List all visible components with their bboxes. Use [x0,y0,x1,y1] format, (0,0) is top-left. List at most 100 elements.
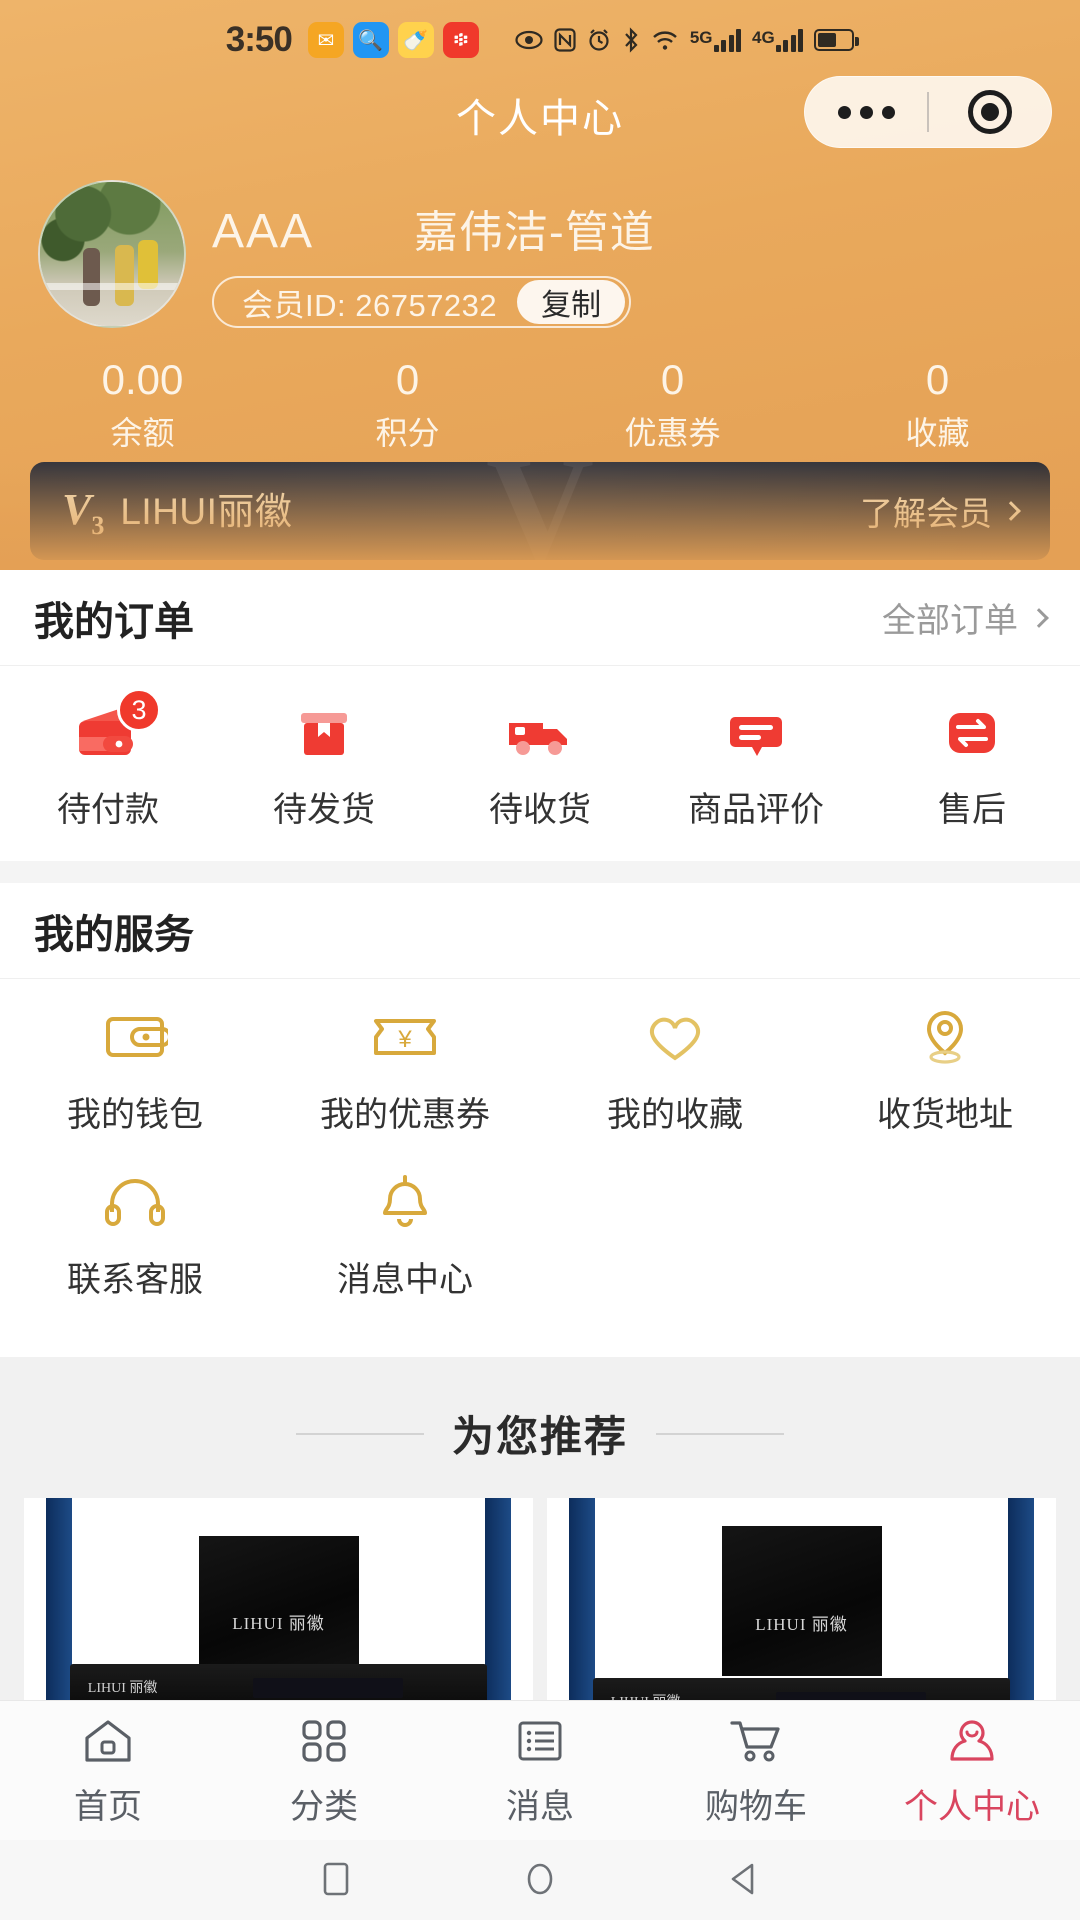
order-label: 售后 [938,791,1006,829]
order-item-pending-payment[interactable]: 3 待付款 [0,688,216,831]
exchange-icon [935,700,1009,766]
tab-label: 分类 [290,1788,358,1826]
divider-right [656,1432,784,1435]
box-icon [287,700,361,766]
tab-cart[interactable]: 购物车 [648,1713,864,1828]
user-name: AAA [212,205,315,258]
nfc-icon [554,28,576,52]
vip-link[interactable]: 了解会员 [860,487,1021,535]
vip-level-sub: 3 [91,510,105,540]
avatar[interactable] [38,180,186,328]
tab-home[interactable]: 首页 [0,1713,216,1828]
grid-icon [300,1713,348,1769]
service-label: 我的钱包 [67,1096,203,1134]
signal-bars-icon [775,28,804,52]
user-icon [947,1713,997,1769]
services-title: 我的服务 [34,912,194,957]
stat-value: 0 [925,356,950,403]
bell-icon [368,1170,442,1234]
stat-balance[interactable]: 0.00 余额 [10,356,275,454]
signal-4g: 4G [752,28,804,52]
product-panel-brand: LIHUI 丽徽 [87,1681,158,1696]
stat-coupons[interactable]: 0 优惠券 [540,356,805,454]
vip-link-label: 了解会员 [860,495,992,532]
name-row: AAA 嘉伟洁-管道 [212,196,655,260]
profile-header: 3:50 ✉ 🔍 🍼 ፨ 5G 4G 个人中心 AAA 嘉伟洁-管道 会员ID:… [0,0,1080,570]
vip-banner[interactable]: V V3 LIHUI丽徽 了解会员 [30,462,1050,560]
status-bar: 3:50 ✉ 🔍 🍼 ፨ 5G 4G [0,0,1080,72]
qr-icon: ፨ [442,22,479,58]
order-label: 商品评价 [688,791,824,829]
orders-header: 我的订单 全部订单 [0,570,1080,666]
tab-category[interactable]: 分类 [216,1713,432,1828]
section-divider [0,861,1080,883]
orders-grid: 3 待付款 待发货 待收货 商品评价 售后 [0,666,1080,861]
services-grid: 我的钱包 ¥ 我的优惠券 我的收藏 收货地址 联系客服 消息中心 [0,979,1080,1357]
service-item-favorites[interactable]: 我的收藏 [540,1005,810,1136]
divider-left [295,1432,424,1435]
target-icon[interactable] [929,90,1051,134]
tab-profile[interactable]: 个人中心 [864,1713,1080,1828]
stats-row: 0.00 余额 0 积分 0 优惠券 0 收藏 [0,356,1080,454]
status-time: 3:50 [225,20,293,59]
order-item-pending-shipment[interactable]: 待发货 [216,700,432,831]
cart-icon [729,1713,783,1769]
status-system-icons: 5G 4G [515,27,860,53]
stat-value: 0 [660,356,685,403]
bottom-tab-bar: 首页 分类 消息 购物车 个人中心 [0,1700,1080,1840]
headset-icon [98,1170,172,1234]
stat-value: 0.00 [101,356,184,403]
svg-text:¥: ¥ [397,1026,412,1053]
product-brand: LIHUI 丽徽 [232,1613,325,1633]
profile-info: AAA 嘉伟洁-管道 会员ID: 26757232 复制 [212,180,655,328]
wifi-icon [653,31,677,50]
all-orders-label: 全部订单 [882,602,1018,640]
service-label: 我的收藏 [607,1096,743,1134]
bluetooth-icon [625,27,638,53]
more-dots-icon[interactable] [805,105,927,119]
stat-label: 余额 [110,415,175,452]
order-label: 待付款 [57,791,159,829]
orders-title: 我的订单 [34,599,194,644]
list-icon [516,1713,564,1769]
heart-icon [638,1005,712,1069]
member-id-pill: 会员ID: 26757232 复制 [212,276,632,328]
chevron-right-icon [1001,501,1021,521]
square-icon[interactable] [319,1858,353,1903]
nav-bar: 个人中心 [0,72,1080,158]
service-item-customer-service[interactable]: 联系客服 [0,1170,270,1301]
all-orders-link[interactable]: 全部订单 [882,593,1049,642]
circle-icon[interactable] [523,1858,557,1903]
recommend-header: 为您推荐 [0,1403,1080,1464]
copy-button[interactable]: 复制 [517,280,626,324]
service-label: 联系客服 [67,1261,203,1299]
service-item-address[interactable]: 收货地址 [810,1005,1080,1136]
coupon-icon: ¥ [368,1005,442,1069]
home-icon [83,1713,133,1769]
order-item-pending-receipt[interactable]: 待收货 [432,700,648,831]
tab-messages[interactable]: 消息 [432,1713,648,1828]
service-item-coupon[interactable]: ¥ 我的优惠券 [270,1005,540,1136]
chevron-right-icon [1029,607,1049,628]
service-item-message-center[interactable]: 消息中心 [270,1170,540,1301]
tab-label: 购物车 [705,1788,807,1826]
alarm-icon [589,29,609,51]
vip-level: V3 [62,485,105,540]
stat-points[interactable]: 0 积分 [275,357,540,454]
service-label: 收货地址 [877,1096,1013,1134]
triangle-back-icon[interactable] [727,1858,761,1903]
service-item-wallet[interactable]: 我的钱包 [0,1005,270,1136]
stat-favorites[interactable]: 0 收藏 [805,356,1070,454]
product-brand: LIHUI 丽徽 [755,1615,848,1634]
vip-brand: LIHUI丽徽 [120,491,293,533]
order-item-review[interactable]: 商品评价 [648,700,864,831]
miniprogram-capsule[interactable] [804,76,1052,148]
vip-left: V3 LIHUI丽徽 [62,481,292,541]
order-label: 待收货 [489,791,591,829]
battery-icon [814,29,860,51]
order-item-after-sales[interactable]: 售后 [864,700,1080,831]
vip-watermark: V [485,462,595,560]
tab-label: 消息 [506,1788,574,1826]
company-name: 嘉伟洁-管道 [414,208,655,257]
mail-icon: ✉ [307,22,344,58]
